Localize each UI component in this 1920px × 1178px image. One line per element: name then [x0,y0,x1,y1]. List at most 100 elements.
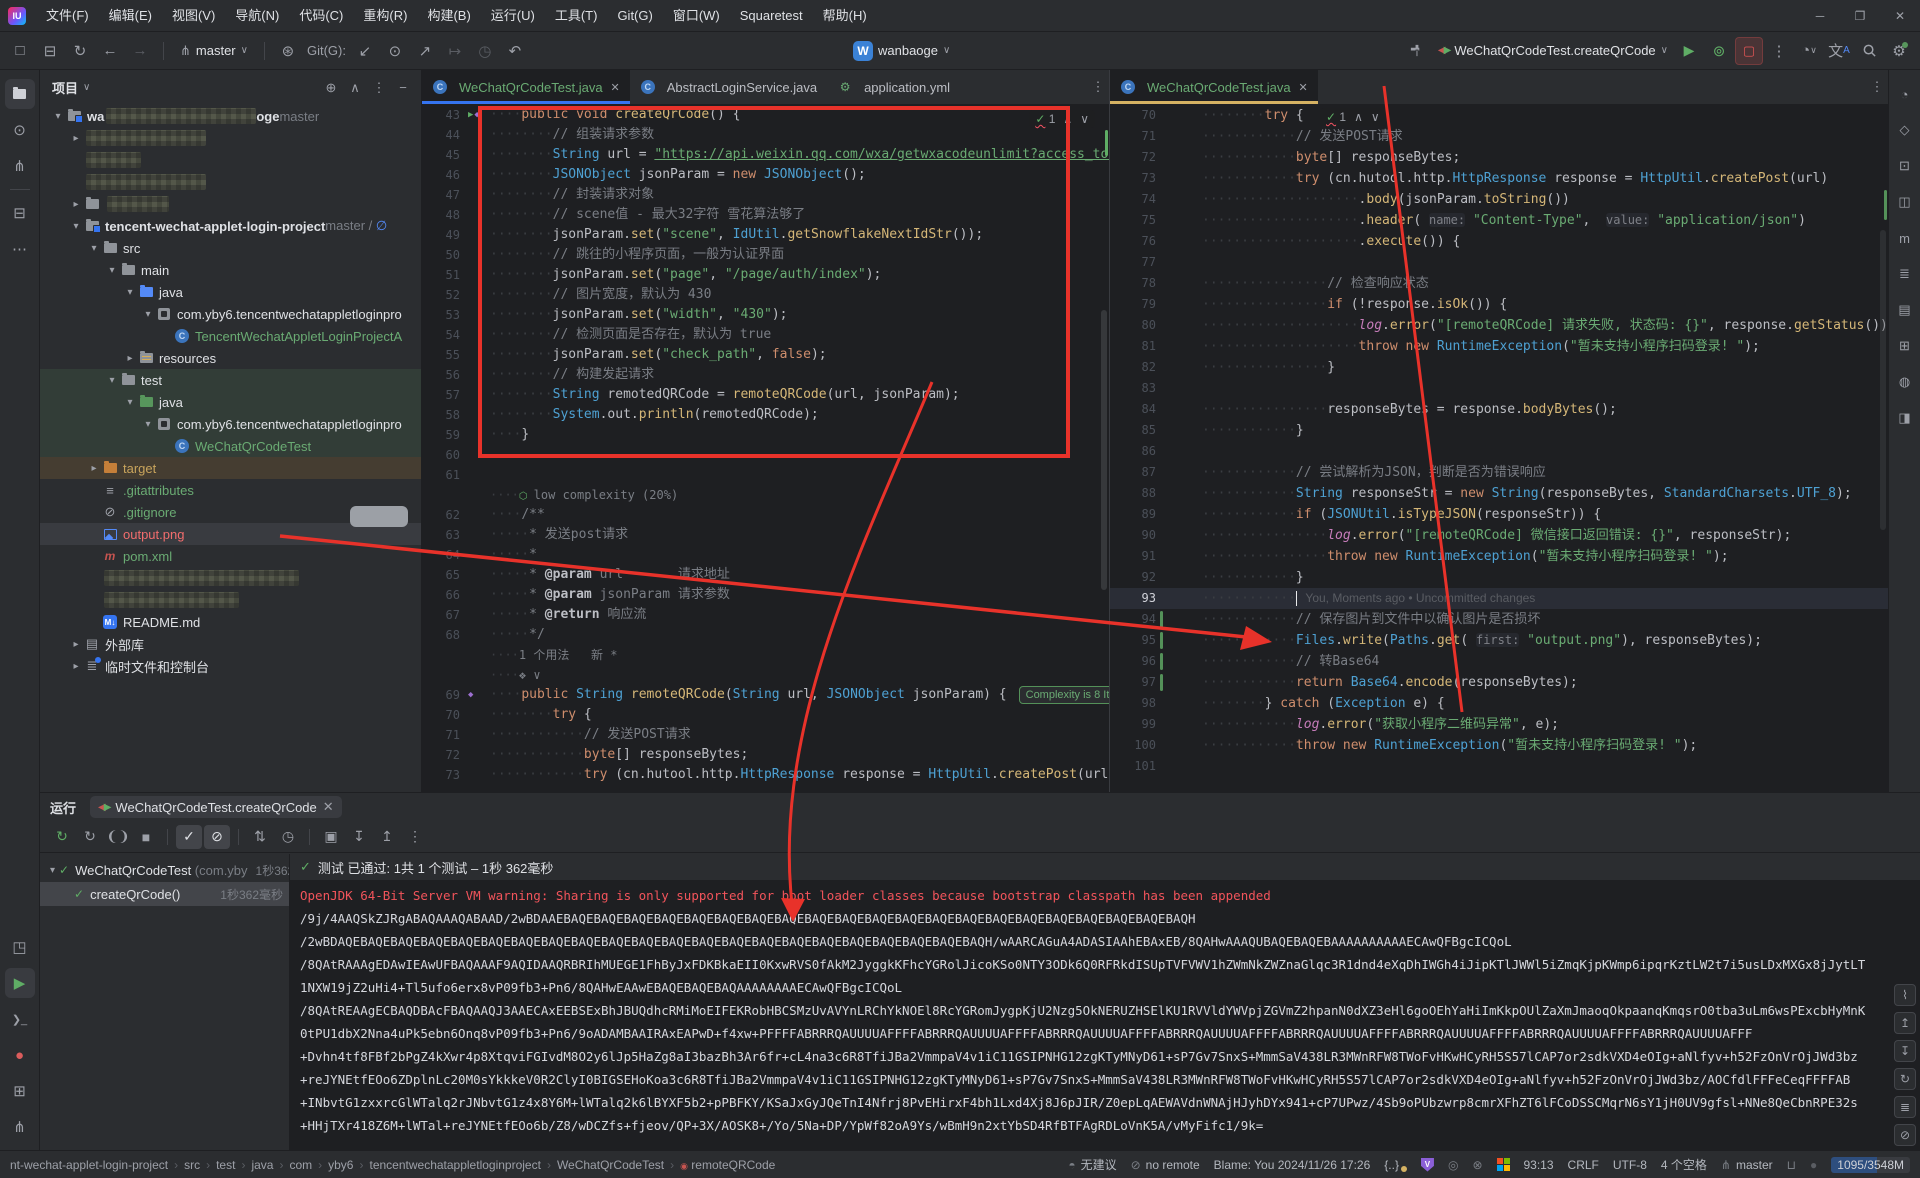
tree-item-外部库[interactable]: ▸▤外部库 [40,633,421,655]
idea-logo-icon[interactable]: IU [8,7,26,25]
project-panel-title[interactable]: 项目 [52,78,78,97]
code-line-94[interactable]: 94············// 保存图片到文件中以确认图片是否损坏 [1110,609,1888,630]
run-tool-icon[interactable]: ▶ [5,968,35,998]
profiler-icon[interactable]: ◔∨ [1795,37,1823,65]
device-manager-icon[interactable]: ⊞ [1890,331,1920,361]
tree-item-README.md[interactable]: M↓README.md [40,611,421,633]
services-tool-icon[interactable]: ⊞ [5,1076,35,1106]
export-results-icon[interactable]: ↥ [374,825,400,849]
rerun-tests-icon[interactable]: ↻ [49,825,75,849]
menu-构建[interactable]: 构建(B) [417,8,480,23]
code-line-73[interactable]: 73············try (cn.hutool.http.HttpRe… [1110,168,1888,189]
line-ending-widget[interactable]: CRLF [1568,1158,1599,1172]
code-line-86[interactable]: 86 [1110,441,1888,462]
code-line-75[interactable]: 75····················.header( name: "Co… [1110,210,1888,231]
tree-item-WeChatQrCodeTest[interactable]: CWeChatQrCodeTest [40,435,421,457]
code-line-71[interactable]: 71············// 发送POST请求 [422,725,1109,745]
more-run-actions-icon[interactable]: ⋮ [1765,37,1793,65]
breadcrumb-WeChatQrCodeTest[interactable]: WeChatQrCodeTest [557,1158,664,1172]
menu-Squaretest[interactable]: Squaretest [730,8,813,23]
tab-AbstractLoginService.java[interactable]: CAbstractLoginService.java [630,70,827,104]
settings-gear-icon[interactable]: ⚙ [1885,37,1913,65]
build-hammer-icon[interactable] [1403,37,1431,65]
breadcrumb-test[interactable]: test [216,1158,235,1172]
inspections-widget-left[interactable]: ✓ 1 ∧ ∨ [1029,110,1095,128]
locate-file-icon[interactable]: ⊕ [319,76,343,100]
tree-item-pom.xml[interactable]: mpom.xml [40,545,421,567]
sort-by-duration-icon[interactable]: ◷ [275,825,301,849]
inlay-hint-vision[interactable]: ····⬡ low complexity (20%) [422,485,1109,505]
restart-icon[interactable]: ↻ [1894,1068,1916,1090]
code-line-55[interactable]: 55········jsonParam.set("check_path", fa… [422,345,1109,365]
code-line-67[interactable]: 67·····* @return 响应流 [422,605,1109,625]
bookmarks-icon[interactable]: ◨ [1890,403,1920,433]
collapse-all-icon[interactable]: ∧ [343,76,367,100]
code-line-66[interactable]: 66·····* @param jsonParam 请求参数 [422,585,1109,605]
code-line-46[interactable]: 46········JSONObject jsonParam = new JSO… [422,165,1109,185]
history-icon[interactable]: ◷ [471,37,499,65]
tree-item-censored[interactable] [40,567,421,589]
show-ignored-icon[interactable]: ⊘ [204,825,230,849]
debug-button[interactable]: ⊚ [1705,37,1733,65]
breadcrumb-tencentwechatappletloginproject[interactable]: tencentwechatappletloginproject [369,1158,540,1172]
prev-problem-icon[interactable]: ∧ [1063,112,1072,126]
code-line-71[interactable]: 71············// 发送POST请求 [1110,126,1888,147]
code-line-70[interactable]: 70········try { [422,705,1109,725]
lock-icon[interactable]: ⊔ [1787,1158,1796,1172]
code-line-63[interactable]: 63·····* 发送post请求 [422,525,1109,545]
code-line-91[interactable]: 91················throw new RuntimeExcep… [1110,546,1888,567]
tab-application.yml[interactable]: ⚙application.yml [827,70,960,104]
code-line-54[interactable]: 54········// 检测页面是否存在，默认为 true [422,325,1109,345]
tree-item-main[interactable]: ▾main [40,259,421,281]
run-button[interactable]: ▶ [1675,37,1703,65]
clear-console-icon[interactable]: ⊘ [1894,1124,1916,1146]
translate-icon[interactable]: 文A [1825,37,1853,65]
save-icon[interactable]: ⊟ [36,37,64,65]
print-icon[interactable]: ≣ [1894,1096,1916,1118]
run-configuration-selector[interactable]: ◀▶ WeChatQrCodeTest.createQrCode∨ [1432,40,1674,61]
tree-item-tencent-wechat-applet-login-project[interactable]: ▾tencent-wechat-applet-login-project mas… [40,215,421,237]
menu-窗口[interactable]: 窗口(W) [663,8,730,23]
next-problem-icon[interactable]: ∨ [1371,110,1380,124]
tab-options-icon[interactable]: ⋮ [1866,70,1888,104]
code-line-47[interactable]: 47········// 封装请求对象 [422,185,1109,205]
code-line-97[interactable]: 97············return Base64.encode(respo… [1110,672,1888,693]
code-style-warning-icon[interactable]: {..} [1384,1158,1407,1172]
new-file-icon[interactable]: □ [6,37,34,65]
code-line-61[interactable]: 61 [422,465,1109,485]
menu-帮助[interactable]: 帮助(H) [813,8,877,23]
code-line-89[interactable]: 89············if (JSONUtil.isTypeJSON(re… [1110,504,1888,525]
show-passed-icon[interactable]: ✓ [176,825,202,849]
menu-导航[interactable]: 导航(N) [225,8,289,23]
import-results-icon[interactable]: ↧ [346,825,372,849]
test-history-icon[interactable]: ▣ [318,825,344,849]
code-line-84[interactable]: 84················responseBytes = respon… [1110,399,1888,420]
git-update-icon[interactable]: ↙ [351,37,379,65]
code-line-81[interactable]: 81····················throw new RuntimeE… [1110,336,1888,357]
tree-item-com.yby6.tencentwechatappletloginpro[interactable]: ▾com.yby6.tencentwechatappletloginpro [40,413,421,435]
tree-item-java[interactable]: ▾java [40,281,421,303]
complexity-chip[interactable]: Complexity is 8 It's time to do [1019,686,1109,704]
breadcrumb-nt-wechat-applet-login-project[interactable]: nt-wechat-applet-login-project [10,1158,168,1172]
inspections-widget-right[interactable]: ✓ 1 ∧ ∨ [1320,108,1386,126]
run-console[interactable]: ✓测试 已通过: 1共 1 个测试 – 1秒 362毫秒 OpenJDK 64-… [290,854,1920,1150]
encoding-widget[interactable]: UTF-8 [1613,1158,1647,1172]
breadcrumb-yby6[interactable]: yby6 [328,1158,353,1172]
code-line-80[interactable]: 80····················log.error("[remote… [1110,315,1888,336]
tree-item-临时文件和控制台[interactable]: ▸≣临时文件和控制台 [40,655,421,677]
next-problem-icon[interactable]: ∨ [1080,112,1089,126]
prev-problem-icon[interactable]: ∧ [1354,110,1363,124]
git-push-icon[interactable]: ↗ [411,37,439,65]
scrollbar-left[interactable] [1101,310,1107,590]
scrollbar-right[interactable] [1880,230,1886,530]
tree-item-wa[interactable]: ▾waoge master [40,105,421,127]
menu-运行[interactable]: 运行(U) [481,8,545,23]
code-line-87[interactable]: 87············// 尝试解析为JSON，判断是否为错误响应 [1110,462,1888,483]
code-line-50[interactable]: 50········// 跳往的小程序页面，一般为认证界面 [422,245,1109,265]
branch-widget[interactable]: ⋔ master∨ [172,40,256,62]
code-line-98[interactable]: 98········} catch (Exception e) { [1110,693,1888,714]
pull-requests-tool-icon[interactable]: ⋔ [5,151,35,181]
code-line-92[interactable]: 92············} [1110,567,1888,588]
structure-tool-icon[interactable]: ⊟ [5,198,35,228]
memory-indicator[interactable]: 1095/3548M [1831,1157,1910,1173]
